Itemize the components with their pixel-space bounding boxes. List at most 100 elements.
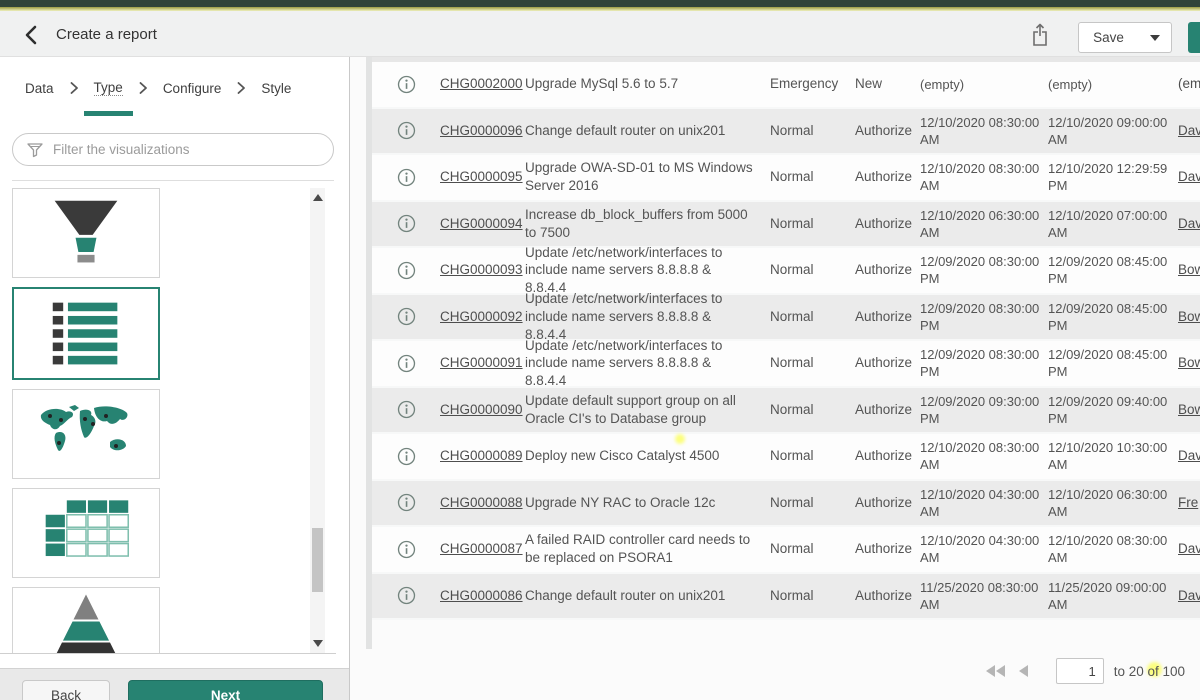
change-number-link[interactable]: CHG0000089 xyxy=(440,447,525,465)
assigned-to-link[interactable]: Dav xyxy=(1178,168,1200,186)
table-row: CHG0000089 Deploy new Cisco Catalyst 450… xyxy=(372,434,1200,481)
planned-start-cell: 12/10/2020 08:30:00 AM xyxy=(920,160,1048,194)
state-cell: Authorize xyxy=(855,447,920,465)
viz-card-funnel[interactable] xyxy=(12,188,160,278)
divider xyxy=(12,180,334,181)
tab-configure[interactable]: Configure xyxy=(163,81,222,96)
table-row: CHG0000095 Upgrade OWA-SD-01 to MS Windo… xyxy=(372,155,1200,202)
change-number-link[interactable]: CHG0000086 xyxy=(440,587,525,605)
back-chevron-icon[interactable] xyxy=(20,23,44,47)
table-row: CHG0000091 Update /etc/network/interface… xyxy=(372,341,1200,388)
change-number-link[interactable]: CHG0002000 xyxy=(440,75,525,93)
change-number-link[interactable]: CHG0000087 xyxy=(440,540,525,558)
report-wizard-panel: Data Type Configure Style xyxy=(0,57,350,700)
change-number-link[interactable]: CHG0000094 xyxy=(440,215,525,233)
priority-cell: Normal xyxy=(770,261,855,279)
save-menu-button[interactable] xyxy=(1138,22,1172,53)
viz-card-pyramid[interactable] xyxy=(12,587,160,653)
priority-cell: Normal xyxy=(770,447,855,465)
first-page-icon[interactable] xyxy=(986,665,1005,677)
planned-end-cell: 12/10/2020 10:30:00 AM xyxy=(1048,439,1178,473)
change-number-link[interactable]: CHG0000093 xyxy=(440,261,525,279)
info-icon[interactable] xyxy=(397,540,416,559)
viz-card-map[interactable] xyxy=(12,389,160,479)
filter-visualizations-input[interactable] xyxy=(53,142,333,157)
info-icon[interactable] xyxy=(397,493,416,512)
visualization-list xyxy=(0,186,310,653)
state-cell: Authorize xyxy=(855,261,920,279)
state-cell: Authorize xyxy=(855,308,920,326)
planned-end-cell: 12/09/2020 08:45:00 PM xyxy=(1048,253,1178,287)
chevron-right-icon xyxy=(137,82,149,94)
save-button[interactable]: Save xyxy=(1078,22,1139,53)
viz-card-heatmap[interactable] xyxy=(12,488,160,578)
back-button[interactable]: Back xyxy=(22,680,110,700)
planned-end-cell: 12/09/2020 09:40:00 PM xyxy=(1048,393,1178,427)
info-icon[interactable] xyxy=(397,121,416,140)
planned-start-cell: 12/10/2020 06:30:00 AM xyxy=(920,207,1048,241)
panel-scrollbar[interactable] xyxy=(310,188,325,653)
list-chart-icon xyxy=(38,296,134,372)
scroll-down-icon[interactable] xyxy=(313,640,323,647)
page-number-input[interactable] xyxy=(1056,658,1104,684)
tab-style[interactable]: Style xyxy=(261,81,291,96)
wizard-footer: Back Next xyxy=(0,668,350,700)
assigned-to-link[interactable]: Dav xyxy=(1178,215,1200,233)
planned-start-cell: 12/09/2020 08:30:00 PM xyxy=(920,346,1048,380)
short-description-cell: Upgrade OWA-SD-01 to MS Windows Server 2… xyxy=(525,159,770,195)
table-row: CHG0000092 Update /etc/network/interface… xyxy=(372,295,1200,342)
planned-start-cell: 12/09/2020 09:30:00 PM xyxy=(920,393,1048,427)
tab-type[interactable]: Type xyxy=(94,80,123,96)
planned-start-cell: 12/10/2020 08:30:00 AM xyxy=(920,114,1048,148)
table-row: CHG0000093 Update /etc/network/interface… xyxy=(372,248,1200,295)
previous-page-icon[interactable] xyxy=(1019,665,1028,677)
assigned-to-link[interactable]: Bow xyxy=(1178,354,1200,372)
info-icon[interactable] xyxy=(397,214,416,233)
assigned-to-link[interactable]: Dav xyxy=(1178,540,1200,558)
state-cell: Authorize xyxy=(855,122,920,140)
info-icon[interactable] xyxy=(397,447,416,466)
change-number-link[interactable]: CHG0000091 xyxy=(440,354,525,372)
viz-card-list[interactable] xyxy=(12,287,160,380)
change-number-link[interactable]: CHG0000092 xyxy=(440,308,525,326)
table-row: CHG0000096 Change default router on unix… xyxy=(372,109,1200,156)
planned-start-cell: 12/10/2020 04:30:00 AM xyxy=(920,532,1048,566)
planned-end-cell: 12/09/2020 08:45:00 PM xyxy=(1048,300,1178,334)
info-icon[interactable] xyxy=(397,261,416,280)
assigned-to-link[interactable]: Dav xyxy=(1178,122,1200,140)
change-number-link[interactable]: CHG0000095 xyxy=(440,168,525,186)
table-row: CHG0002000 Upgrade MySql 5.6 to 5.7 Emer… xyxy=(372,62,1200,109)
scroll-up-icon[interactable] xyxy=(313,194,323,201)
assigned-to-link[interactable]: Bow xyxy=(1178,401,1200,419)
info-icon[interactable] xyxy=(397,307,416,326)
tab-data[interactable]: Data xyxy=(25,81,54,96)
short-description-cell: Update /etc/network/interfaces to includ… xyxy=(525,337,770,390)
priority-cell: Normal xyxy=(770,354,855,372)
run-button-partial[interactable] xyxy=(1188,22,1200,53)
info-icon[interactable] xyxy=(397,586,416,605)
assigned-to-link[interactable]: Bow xyxy=(1178,261,1200,279)
info-icon[interactable] xyxy=(397,354,416,373)
chevron-right-icon xyxy=(235,82,247,94)
change-number-link[interactable]: CHG0000096 xyxy=(440,122,525,140)
state-cell: Authorize xyxy=(855,168,920,186)
short-description-cell: Increase db_block_buffers from 5000 to 7… xyxy=(525,206,770,242)
assigned-to-link[interactable]: Dav xyxy=(1178,587,1200,605)
planned-end-cell: 12/10/2020 07:00:00 AM xyxy=(1048,207,1178,241)
wizard-breadcrumb: Data Type Configure Style xyxy=(0,57,349,119)
scrollbar-thumb[interactable] xyxy=(312,528,323,592)
change-number-link[interactable]: CHG0000090 xyxy=(440,401,525,419)
info-icon[interactable] xyxy=(397,75,416,94)
short-description-cell: A failed RAID controller card needs to b… xyxy=(525,531,770,567)
info-icon[interactable] xyxy=(397,400,416,419)
assigned-to-link[interactable]: Bow xyxy=(1178,308,1200,326)
share-icon[interactable] xyxy=(1028,22,1052,48)
info-icon[interactable] xyxy=(397,168,416,187)
short-description-cell: Change default router on unix201 xyxy=(525,587,770,605)
next-button[interactable]: Next xyxy=(128,680,323,700)
planned-start-cell: (empty) xyxy=(920,76,1048,93)
assigned-to-link[interactable]: Fre xyxy=(1178,494,1200,512)
cursor-highlight xyxy=(675,434,685,444)
assigned-to-link[interactable]: Dav xyxy=(1178,447,1200,465)
change-number-link[interactable]: CHG0000088 xyxy=(440,494,525,512)
